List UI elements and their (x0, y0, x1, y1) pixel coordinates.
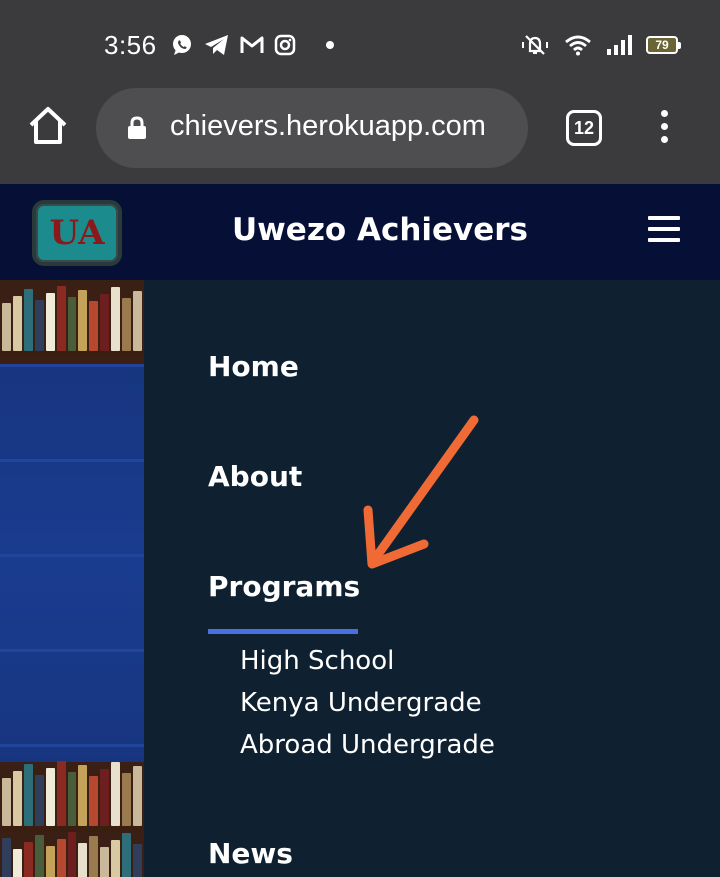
book-spine (56, 286, 66, 351)
submenu-abroad-undergrade-link[interactable]: Abroad Undergrade (240, 730, 495, 760)
book-spine (122, 298, 132, 351)
book-spine (23, 289, 33, 351)
book-spine (12, 771, 22, 826)
telegram-icon (205, 35, 228, 55)
book-spine (2, 778, 11, 826)
address-bar[interactable]: chievers.herokuapp.com (96, 88, 528, 168)
book-row (2, 761, 142, 832)
nav-news-link[interactable]: News (208, 837, 293, 870)
book-spine (100, 294, 110, 351)
browser-toolbar: chievers.herokuapp.com 12 (0, 88, 720, 184)
book-spine (45, 846, 55, 877)
book-spine (100, 847, 110, 877)
book-spine (34, 835, 44, 877)
book-spine (100, 769, 110, 826)
book-spine (111, 287, 121, 351)
book-spine (89, 301, 99, 351)
book-spine (111, 762, 121, 826)
book-row (2, 832, 142, 877)
notification-icons (170, 33, 334, 57)
whatsapp-icon (173, 35, 191, 55)
site-title[interactable]: Uwezo Achievers (0, 212, 720, 248)
book-spine (78, 765, 88, 826)
book-spine (12, 849, 22, 877)
url-text[interactable]: chievers.herokuapp.com (170, 110, 515, 143)
book-spine (89, 836, 99, 877)
annotation-arrow-icon (363, 415, 479, 569)
wifi-icon (565, 35, 591, 56)
blue-overlay (0, 364, 144, 762)
gmail-icon (240, 36, 264, 53)
book-spine (2, 303, 11, 351)
book-spine (23, 764, 33, 826)
book-spine (56, 839, 66, 877)
book-spine (56, 761, 66, 826)
battery-icon: 79 (646, 36, 681, 54)
tab-switcher-button[interactable]: 12 (566, 110, 602, 146)
submenu-kenya-undergrade-link[interactable]: Kenya Undergrade (240, 688, 482, 718)
book-row (2, 286, 142, 357)
overflow-menu-icon[interactable] (656, 110, 672, 150)
book-spine (133, 291, 142, 351)
book-spine (67, 832, 77, 877)
book-spine (23, 842, 33, 877)
signal-icon (607, 35, 632, 55)
book-spine (78, 290, 88, 351)
vibrate-mute-icon (522, 35, 548, 55)
book-spine (67, 297, 77, 351)
book-spine (12, 296, 22, 351)
book-spine (111, 840, 121, 877)
book-spine (34, 300, 44, 351)
book-spine (133, 844, 142, 877)
hamburger-menu-icon[interactable] (648, 216, 680, 242)
more-notifications-dot (326, 41, 334, 49)
home-icon[interactable] (26, 104, 70, 148)
book-spine (45, 293, 55, 351)
nav-home-link[interactable]: Home (208, 350, 299, 383)
site-header: UA Uwezo Achievers (0, 184, 720, 280)
book-spine (34, 775, 44, 826)
book-spine (45, 768, 55, 826)
active-underline (208, 629, 358, 634)
book-spine (133, 766, 142, 826)
status-time: 3:56 (104, 30, 157, 60)
book-spine (122, 833, 132, 877)
book-spine (2, 838, 11, 877)
bookshelf-background-image (0, 280, 144, 877)
lock-icon (128, 116, 146, 139)
book-spine (78, 843, 88, 877)
instagram-icon (274, 34, 296, 56)
status-bar: 3:56 79 (0, 0, 720, 88)
book-spine (67, 772, 77, 826)
nav-about-link[interactable]: About (208, 460, 302, 493)
submenu-high-school-link[interactable]: High School (240, 646, 394, 676)
system-icons: 79 (520, 33, 681, 57)
book-spine (89, 776, 99, 826)
book-spine (122, 773, 132, 826)
nav-programs-link[interactable]: Programs (208, 570, 360, 603)
